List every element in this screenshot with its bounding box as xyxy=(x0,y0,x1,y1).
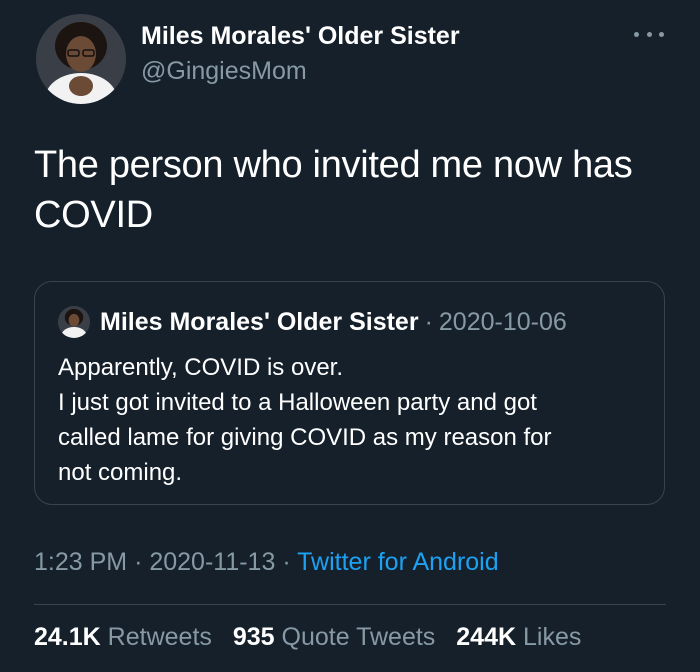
meta-separator: · xyxy=(282,548,291,576)
quote-tweets-count: 935 xyxy=(232,623,275,651)
tweet-source-link[interactable]: Twitter for Android xyxy=(297,548,498,576)
more-dots-icon[interactable] xyxy=(634,24,664,44)
quoted-avatar xyxy=(58,306,90,338)
author-name[interactable]: Miles Morales' Older Sister xyxy=(141,22,460,51)
retweets-stat[interactable]: 24.1K Retweets xyxy=(34,623,212,651)
quoted-text-line: not coming. xyxy=(58,459,183,486)
tweet-text: The person who invited me now has COVID xyxy=(34,140,664,240)
quoted-avatar-photo-icon xyxy=(58,306,90,338)
dot xyxy=(659,31,664,37)
likes-count: 244K xyxy=(456,623,517,651)
retweets-count: 24.1K xyxy=(34,623,101,651)
tweet-detail: Miles Morales' Older Sister @GingiesMom … xyxy=(0,0,700,672)
tweet-meta: 1:23 PM · 2020-11-13 · Twitter for Andro… xyxy=(34,548,499,577)
likes-label: Likes xyxy=(522,623,582,651)
dot xyxy=(646,31,652,37)
quoted-tweet[interactable]: Miles Morales' Older Sister · 2020-10-06… xyxy=(34,281,665,505)
quoted-text-line: Apparently, COVID is over. xyxy=(58,354,343,381)
retweets-label: Retweets xyxy=(107,623,212,651)
tweet-time[interactable]: 1:23 PM xyxy=(34,548,127,576)
avatar[interactable] xyxy=(36,14,126,104)
tweet-text-line: COVID xyxy=(34,194,153,236)
tweet-date[interactable]: 2020-11-13 xyxy=(149,548,275,576)
tweet-stats: 24.1K Retweets 935 Quote Tweets 244K Lik… xyxy=(34,623,595,652)
tweet-header: Miles Morales' Older Sister @GingiesMom xyxy=(36,14,664,104)
quoted-text-line: I just got invited to a Halloween party … xyxy=(58,389,537,416)
divider xyxy=(34,604,666,605)
quoted-separator: · xyxy=(424,307,433,336)
tweet-text-line: The person who invited me now has xyxy=(34,144,633,186)
quoted-date: 2020-10-06 xyxy=(438,307,567,336)
quote-tweets-stat[interactable]: 935 Quote Tweets xyxy=(233,623,435,651)
author-handle[interactable]: @GingiesMom xyxy=(141,57,307,86)
quoted-tweet-header: Miles Morales' Older Sister · 2020-10-06 xyxy=(58,306,567,338)
dot xyxy=(634,31,639,37)
quoted-author-name: Miles Morales' Older Sister xyxy=(100,307,419,336)
likes-stat[interactable]: 244K Likes xyxy=(456,623,581,651)
quoted-text-line: called lame for giving COVID as my reaso… xyxy=(58,424,552,451)
quoted-tweet-text: Apparently, COVID is over. I just got in… xyxy=(58,350,643,490)
quote-tweets-label: Quote Tweets xyxy=(281,623,436,651)
avatar-photo-icon xyxy=(36,14,126,104)
meta-separator: · xyxy=(134,548,143,576)
